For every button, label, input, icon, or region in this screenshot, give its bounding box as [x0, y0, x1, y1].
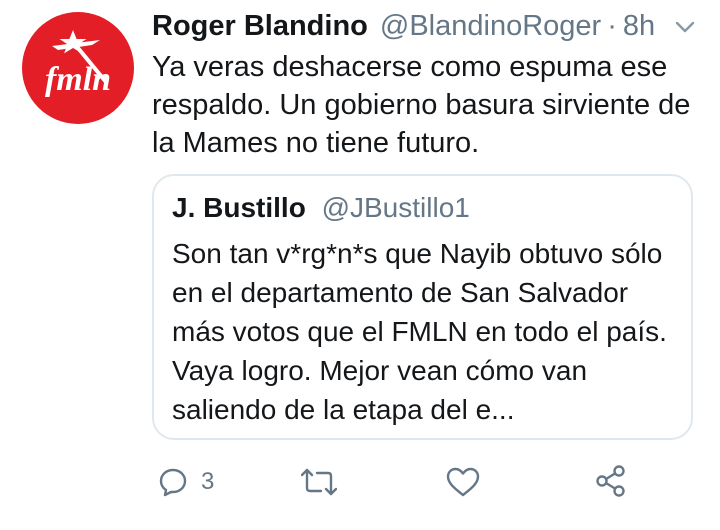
- avatar[interactable]: fmln: [22, 12, 134, 124]
- reply-icon: [159, 468, 187, 497]
- fmln-logo-icon: fmln: [45, 30, 111, 98]
- like-button[interactable]: [446, 467, 480, 497]
- tweet-header: Roger Blandino @BlandinoRoger · 8h: [152, 6, 655, 46]
- share-button[interactable]: [595, 464, 627, 498]
- avatar-logo-text: fmln: [45, 61, 111, 98]
- quoted-text: Son tan v*rg*n*s que Nayib obtuvo sólo e…: [172, 238, 667, 425]
- reply-count: 3: [201, 468, 215, 495]
- display-name[interactable]: Roger Blandino: [152, 10, 368, 43]
- heart-icon: [446, 467, 480, 497]
- timestamp[interactable]: 8h: [623, 10, 655, 43]
- share-icon: [596, 465, 625, 497]
- reply-button[interactable]: 3: [157, 466, 214, 498]
- tweet-text: Ya veras deshacerse como espuma ese resp…: [152, 51, 691, 159]
- tweet[interactable]: fmln Roger Blandino @BlandinoRoger · 8h …: [0, 0, 720, 530]
- quoted-display-name: J. Bustillo: [172, 192, 306, 223]
- quoted-tweet[interactable]: J. Bustillo @JBustillo1 Son tan v*rg*n*s…: [152, 174, 693, 440]
- user-handle[interactable]: @BlandinoRoger: [380, 10, 601, 43]
- chevron-down-icon[interactable]: [672, 14, 698, 40]
- quoted-handle: @JBustillo1: [321, 192, 470, 223]
- quoted-header: J. Bustillo @JBustillo1: [172, 192, 470, 224]
- separator: ·: [607, 9, 617, 42]
- retweet-icon: [301, 468, 337, 496]
- retweet-button[interactable]: [301, 466, 337, 498]
